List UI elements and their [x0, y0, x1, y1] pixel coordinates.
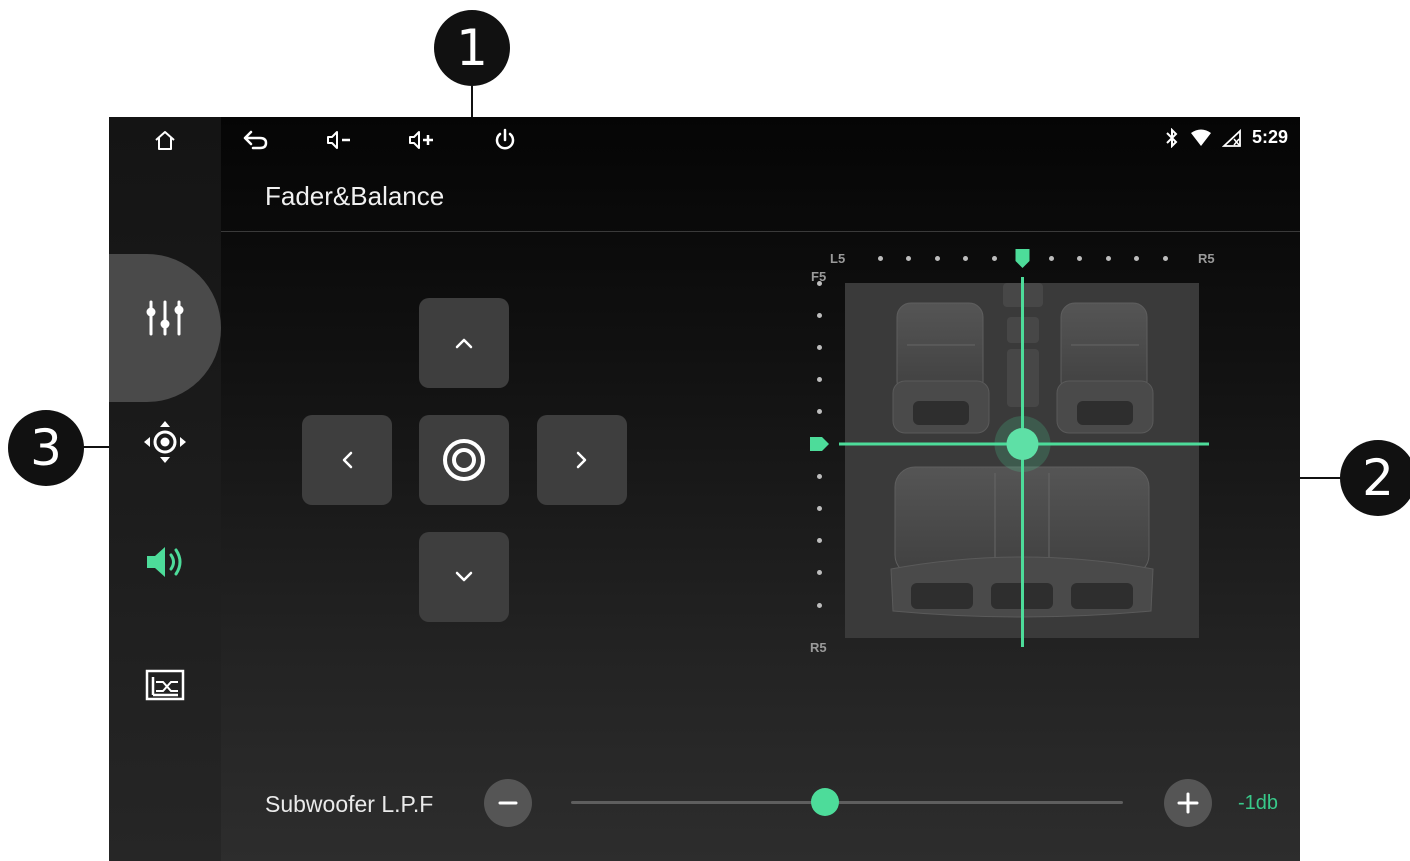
sidebar-item-position[interactable] [109, 415, 221, 469]
callout-1: 1 [434, 10, 510, 86]
balance-scale-dot [991, 255, 997, 261]
volume-up-icon [409, 131, 433, 149]
bluetooth-icon [1166, 127, 1178, 148]
volume-down-button[interactable] [325, 125, 353, 155]
subwoofer-lpf-label: Subwoofer L.P.F [265, 791, 434, 817]
fader-scale-dot [816, 377, 822, 383]
minus-icon [498, 801, 518, 805]
home-icon [155, 131, 175, 150]
subwoofer-increase-button[interactable] [1164, 779, 1212, 827]
head-unit-screen: 5:29 Fader&Balance L5 R5 F5 R5 Subwoofer… [109, 117, 1300, 861]
balance-position-marker [1015, 249, 1030, 268]
balance-scale-dot [1048, 255, 1054, 261]
center-target-icon [443, 439, 485, 481]
subwoofer-slider-track[interactable] [571, 801, 1123, 804]
fader-up-button[interactable] [419, 298, 509, 388]
balance-scale-dot [1134, 255, 1139, 261]
callout-2: 2 [1340, 440, 1410, 516]
status-bar: 5:29 [1164, 127, 1288, 148]
balance-scale-dot [1077, 255, 1082, 261]
fader-down-button[interactable] [419, 532, 509, 622]
fader-scale-dot [816, 280, 822, 286]
home-button[interactable] [109, 127, 221, 155]
speaker-volume-icon [147, 547, 182, 577]
balance-left-button[interactable] [302, 415, 392, 505]
chevron-right-icon [576, 451, 587, 469]
balance-scale-dot [1162, 255, 1168, 261]
back-button[interactable] [241, 125, 269, 155]
fader-scale-dot [816, 538, 822, 544]
signal-icon [1221, 128, 1241, 147]
volume-down-icon [327, 131, 350, 149]
power-icon [495, 128, 515, 150]
crossover-graph-icon [145, 669, 185, 701]
car-seats-illustration [890, 283, 1154, 618]
center-reset-button[interactable] [419, 415, 509, 505]
position-target-icon [144, 421, 186, 463]
fader-position-marker [810, 437, 829, 451]
fader-scale-dot [816, 312, 822, 318]
fader-rear-label: R5 [810, 640, 827, 655]
plus-icon [1177, 792, 1199, 814]
sidebar-item-crossover[interactable] [109, 663, 221, 707]
chevron-down-icon [455, 571, 473, 582]
chevron-up-icon [455, 338, 473, 349]
balance-scale-dot [877, 255, 883, 261]
title-divider [221, 231, 1300, 232]
callout-3: 3 [8, 410, 84, 486]
subwoofer-slider-thumb[interactable] [810, 788, 839, 816]
fader-scale-dot [816, 409, 822, 415]
chevron-left-icon [342, 451, 353, 469]
balance-scale-dot [963, 255, 968, 261]
fader-scale-dot [816, 570, 822, 576]
volume-up-button[interactable] [407, 125, 435, 155]
sidebar-item-volume[interactable] [109, 537, 221, 587]
balance-right-label: R5 [1198, 251, 1215, 266]
fader-scale-dot [816, 473, 822, 479]
wifi-icon [1190, 129, 1211, 146]
car-seat-map[interactable] [845, 283, 1199, 638]
power-button[interactable] [493, 125, 517, 155]
balance-scale-dot [1105, 255, 1111, 261]
clock: 5:29 [1251, 127, 1288, 147]
subwoofer-value: -1db [1238, 792, 1279, 814]
balance-right-button[interactable] [537, 415, 627, 505]
fader-scale-dot [816, 344, 822, 350]
fader-scale-dot [816, 602, 822, 608]
fader-scale-dot [816, 505, 822, 511]
page-title: Fader&Balance [265, 181, 445, 211]
sidebar [109, 117, 221, 861]
balance-scale-dot [906, 255, 911, 261]
back-icon [243, 130, 268, 150]
sidebar-item-equalizer[interactable] [109, 291, 221, 345]
balance-scale-dot [934, 255, 940, 261]
subwoofer-decrease-button[interactable] [484, 779, 532, 827]
equalizer-sliders-icon [146, 300, 184, 336]
balance-left-label: L5 [830, 251, 846, 266]
